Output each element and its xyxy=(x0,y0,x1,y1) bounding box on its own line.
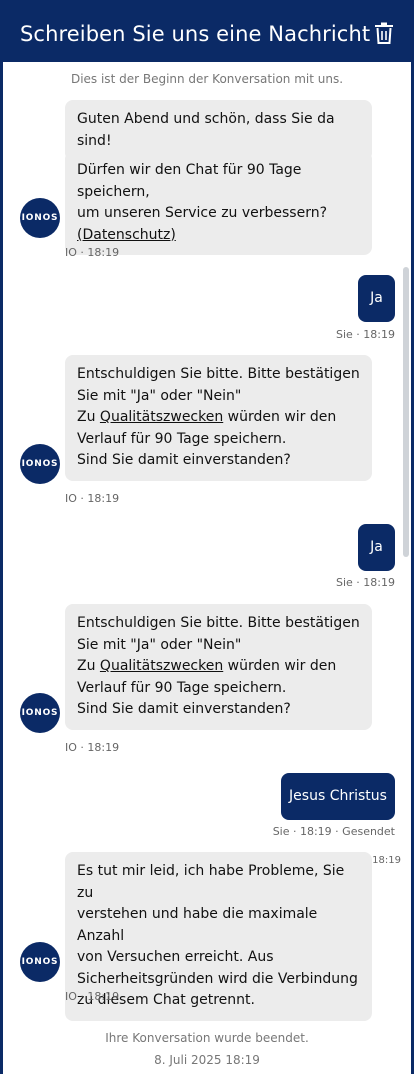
bot-message: Entschuldigen Sie bitte. Bitte bestätige… xyxy=(65,604,372,730)
end-text: Ihre Konversation wurde beendet. xyxy=(105,1031,309,1045)
bot-line: Sind Sie damit einverstanden? xyxy=(77,452,291,468)
conversation-ended-note: Ihre Konversation wurde beendet. 8. Juli… xyxy=(3,1027,411,1071)
conversation-start-note: Dies ist der Beginn der Konversation mit… xyxy=(70,72,344,86)
chat-panel[interactable]: Dies ist der Beginn der Konversation mit… xyxy=(3,62,411,1074)
bot-line: Sind Sie damit einverstanden? xyxy=(77,701,291,717)
trash-icon[interactable] xyxy=(373,22,395,44)
bot-line: würden wir den xyxy=(223,409,337,425)
greeting-text: Guten Abend und schön, dass Sie da sind! xyxy=(77,111,335,149)
privacy-link[interactable]: (Datenschutz) xyxy=(77,227,176,243)
bot-line: Zu xyxy=(77,409,100,425)
end-date: 8. Juli 2025 18:19 xyxy=(154,1053,260,1067)
avatar: IONOS xyxy=(20,444,60,484)
bot-line: zu diesem Chat getrennt. xyxy=(77,992,255,1008)
message-meta: IO · 18:19 xyxy=(65,990,120,1003)
bot-line: Es tut mir leid, ich habe Probleme, Sie … xyxy=(77,863,345,901)
bot-line: verstehen und habe die maximale Anzahl xyxy=(77,906,318,944)
user-message: Jesus Christus xyxy=(281,773,395,820)
message-meta: IO · 18:19 xyxy=(65,492,120,505)
bot-line: Entschuldigen Sie bitte. Bitte bestätige… xyxy=(77,615,360,631)
bot-line: Verlauf für 90 Tage speichern. xyxy=(77,679,287,696)
consent-line: Dürfen wir den Chat für 90 Tage speicher… xyxy=(77,162,302,200)
user-message: Ja xyxy=(358,275,395,322)
bot-line: Sie mit "Ja" oder "Nein" xyxy=(77,387,242,404)
bot-line: Zu xyxy=(77,658,100,674)
user-message-text: Ja xyxy=(370,290,383,306)
bot-message: Entschuldigen Sie bitte. Bitte bestätige… xyxy=(65,355,372,481)
chat-header: Schreiben Sie uns eine Nachricht xyxy=(2,0,412,62)
message-meta: IO · 18:19 xyxy=(65,246,120,259)
bot-line: Entschuldigen Sie bitte. Bitte bestätige… xyxy=(77,366,360,382)
consent-line: um unseren Service zu verbessern? xyxy=(77,205,328,221)
chat-title: Schreiben Sie uns eine Nachricht xyxy=(20,22,371,46)
quality-link[interactable]: Qualitätszwecken xyxy=(100,409,223,425)
message-meta: Sie · 18:19 xyxy=(336,576,395,589)
message-meta: Sie · 18:19 · Gesendet xyxy=(272,825,395,838)
quality-link[interactable]: Qualitätszwecken xyxy=(100,658,223,674)
user-message-text: Jesus Christus xyxy=(289,788,387,804)
bot-line: von Versuchen erreicht. Aus xyxy=(77,949,274,965)
bot-line: Sicherheitsgründen wird die Verbindung xyxy=(77,970,358,987)
bot-line: Verlauf für 90 Tage speichern. xyxy=(77,430,287,447)
avatar: IONOS xyxy=(20,198,60,238)
message-time: 18:19 xyxy=(372,855,401,866)
avatar: IONOS xyxy=(20,693,60,733)
avatar: IONOS xyxy=(20,942,60,982)
bot-message-consent: Dürfen wir den Chat für 90 Tage speicher… xyxy=(65,151,372,255)
scrollbar[interactable] xyxy=(403,267,409,557)
bot-line: Sie mit "Ja" oder "Nein" xyxy=(77,636,242,653)
bot-line: würden wir den xyxy=(223,658,337,674)
message-meta: IO · 18:19 xyxy=(65,741,120,754)
message-meta: Sie · 18:19 xyxy=(336,328,395,341)
user-message-text: Ja xyxy=(370,539,383,555)
user-message: Ja xyxy=(358,524,395,571)
